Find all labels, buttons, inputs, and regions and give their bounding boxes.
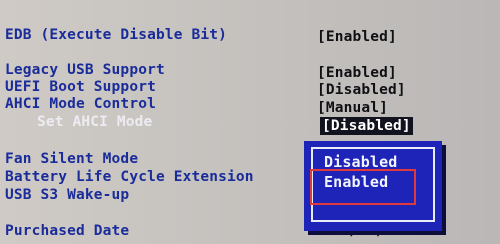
set-ahci-mode-label: Set AHCI Mode	[37, 114, 153, 130]
battery-life-cycle-label[interactable]: Battery Life Cycle Extension	[5, 168, 254, 186]
legacy-usb-value[interactable]: [Enabled]	[317, 64, 397, 82]
uefi-boot-label: UEFI Boot Support	[5, 79, 156, 95]
option-popup: Disabled Enabled	[304, 141, 442, 231]
ahci-mode-control-label: AHCI Mode Control	[5, 96, 156, 112]
usb-s3-wakeup-label[interactable]: USB S3 Wake-up	[5, 186, 129, 204]
uefi-boot-value[interactable]: [Disabled]	[317, 81, 406, 99]
legacy-usb-label: Legacy USB Support	[5, 62, 165, 78]
ahci-mode-control-value[interactable]: [Manual]	[317, 99, 388, 117]
selection-highlight-box	[310, 169, 416, 205]
fan-silent-mode-label[interactable]: Fan Silent Mode	[5, 150, 138, 168]
bios-setup-screen: EDB (Execute Disable Bit) [Enabled] Lega…	[0, 0, 500, 244]
purchased-date-label: Purchased Date	[5, 223, 130, 239]
edb-label: EDB (Execute Disable Bit)	[5, 27, 227, 43]
edb-value[interactable]: [Enabled]	[317, 28, 397, 46]
set-ahci-mode-value[interactable]: [Disabled]	[320, 117, 413, 135]
